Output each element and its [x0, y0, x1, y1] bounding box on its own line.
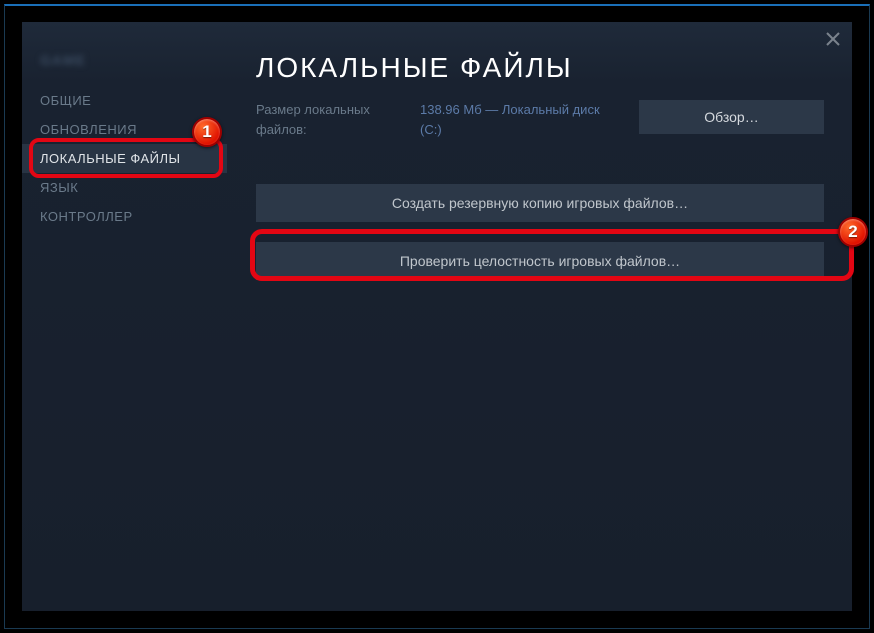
- file-size-label: Размер локальных файлов:: [256, 100, 396, 139]
- nav-item-general[interactable]: ОБЩИЕ: [22, 86, 227, 115]
- close-icon: [826, 32, 840, 46]
- nav-item-language[interactable]: ЯЗЫК: [22, 173, 227, 202]
- nav-item-controller[interactable]: КОНТРОЛЛЕР: [22, 202, 227, 231]
- page-title: ЛОКАЛЬНЫЕ ФАЙЛЫ: [256, 52, 824, 84]
- content-panel: ЛОКАЛЬНЫЕ ФАЙЛЫ Размер локальных файлов:…: [256, 52, 824, 300]
- verify-files-button[interactable]: Проверить целостность игровых файлов…: [256, 242, 824, 280]
- annotation-marker-2: 2: [838, 217, 868, 247]
- close-button[interactable]: [826, 32, 840, 46]
- file-size-row: Размер локальных файлов: 138.96 Мб — Лок…: [256, 100, 824, 139]
- annotation-marker-1: 1: [192, 117, 222, 147]
- properties-dialog: GAME ОБЩИЕ ОБНОВЛЕНИЯ ЛОКАЛЬНЫЕ ФАЙЛЫ ЯЗ…: [22, 22, 852, 611]
- settings-sidebar: ОБЩИЕ ОБНОВЛЕНИЯ ЛОКАЛЬНЫЕ ФАЙЛЫ ЯЗЫК КО…: [22, 86, 227, 231]
- backup-files-button[interactable]: Создать резервную копию игровых файлов…: [256, 184, 824, 222]
- game-title-label: GAME: [40, 52, 86, 68]
- file-size-value[interactable]: 138.96 Мб — Локальный диск (C:): [420, 100, 615, 139]
- nav-item-local-files[interactable]: ЛОКАЛЬНЫЕ ФАЙЛЫ: [22, 144, 227, 173]
- browse-button[interactable]: Обзор…: [639, 100, 824, 134]
